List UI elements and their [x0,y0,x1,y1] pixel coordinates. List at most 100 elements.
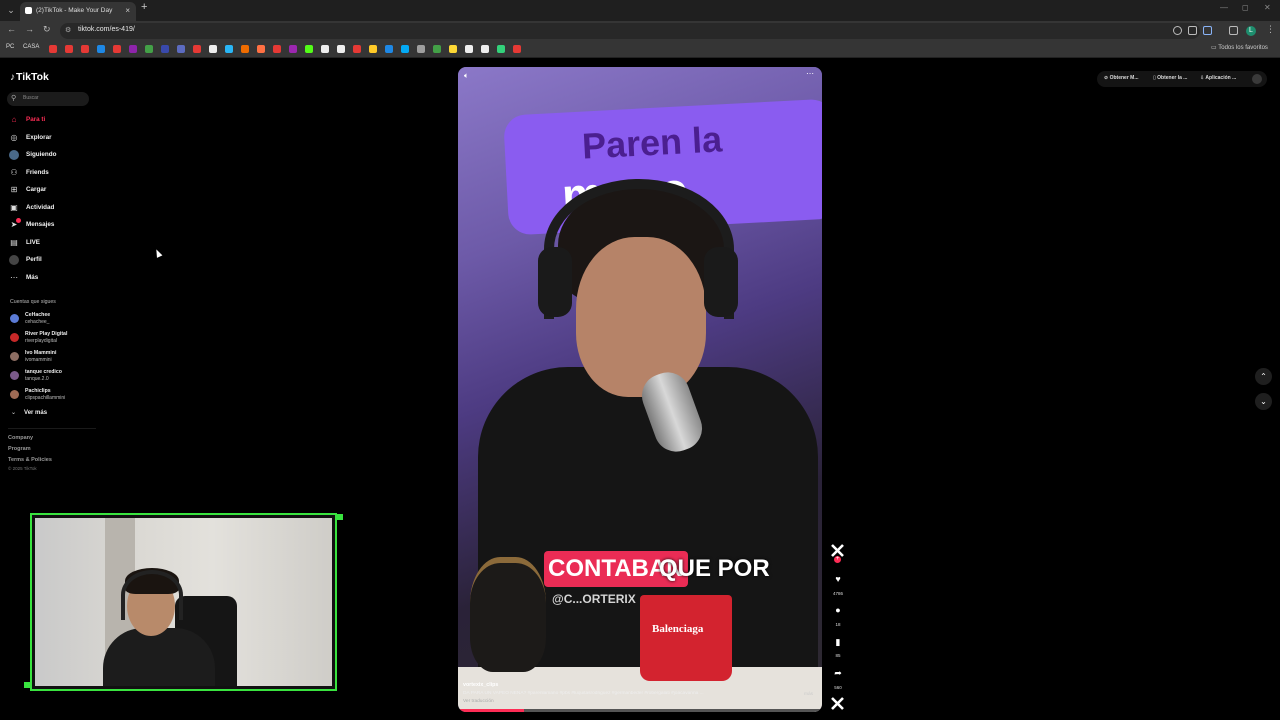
bookmark-favicon-icon[interactable] [225,45,233,53]
like-heart-icon[interactable]: ♥ [832,573,844,585]
video-player[interactable]: Paren la mano Balenciaga CONTABAN QUE PO… [458,67,822,712]
address-bar[interactable]: ⚙ tiktok.com/es-419/ [60,23,1200,39]
see-more-button[interactable]: ⌄ Ver más [11,409,47,416]
desktop-app-button[interactable]: ⇩ Aplicación ... [1200,75,1236,81]
bookmark-favicon-icon[interactable] [241,45,249,53]
bookmark-favicon-icon[interactable] [145,45,153,53]
back-arrow-icon[interactable]: ← [7,24,16,34]
bookmark-pc[interactable]: PC [6,44,14,50]
browser-profile-avatar[interactable]: L [1246,26,1256,36]
footer-company-link[interactable]: Company [8,435,33,441]
video-more-icon[interactable]: ⋯ [806,69,814,78]
following-account[interactable]: CeHachee cehachee_ [10,312,100,330]
bookmark-favicon-icon[interactable] [97,45,105,53]
bookmark-favicon-icon[interactable] [353,45,361,53]
share-icon[interactable]: ➦ [832,667,844,679]
sidebar-item-live[interactable]: ▤ LIVE [9,236,99,250]
next-video-button[interactable]: ⌄ [1255,393,1272,410]
bookmark-icon[interactable]: ▮ [832,636,844,648]
bookmark-favicon-icon[interactable] [65,45,73,53]
sidebar-item-cargar[interactable]: ⊞ Cargar [9,183,99,197]
following-account[interactable]: Ivo Mammini ivomammini [10,350,100,368]
music-disc-icon[interactable] [831,697,844,710]
user-avatar[interactable] [1252,74,1262,84]
bookmark-favicon-icon[interactable] [273,45,281,53]
bookmark-favicon-icon[interactable] [129,45,137,53]
tiktok-note-icon: ♪ [10,72,15,83]
footer-program-link[interactable]: Program [8,446,31,452]
following-account[interactable]: Pachiclips clipspachillammini [10,388,100,406]
browser-tab-bar: ⌄ (2)TikTok - Make Your Day × + — ◻ ✕ [0,0,1280,21]
bookmark-casa[interactable]: CASA [23,44,39,50]
volume-icon[interactable]: 🔈︎ [464,71,469,81]
zoom-icon[interactable] [1173,26,1182,35]
get-coins-button[interactable]: ⊘ Obtener M... [1104,75,1139,81]
video-progress-bar[interactable] [458,709,822,712]
description-more-link[interactable]: más [804,692,813,697]
video-author[interactable]: vortexix_clips [463,682,498,688]
maximize-button[interactable]: ◻ [1242,3,1249,12]
bookmark-favicon-icon[interactable] [49,45,57,53]
bookmark-favicon-icon[interactable] [337,45,345,53]
sidebar-item-explorar[interactable]: ◎ Explorar [9,131,99,145]
previous-video-button[interactable]: ⌃ [1255,368,1272,385]
sidebar-item-perfil[interactable]: ● Perfil [9,253,99,267]
bookmark-star-icon[interactable] [1203,26,1212,35]
tab-close-icon[interactable]: × [125,2,130,19]
bookmark-favicon-icon[interactable] [369,45,377,53]
bookmark-favicon-icon[interactable] [289,45,297,53]
sidebar-item-friends[interactable]: ⚇ Friends [9,166,99,180]
following-account[interactable]: tanque credico tanque.2.0 [10,369,100,387]
all-favorites-folder[interactable]: ▭ Todos los favoritos [1211,44,1268,51]
bookmark-favicon-icon[interactable] [81,45,89,53]
following-section-title: Cuentas que sigues [10,299,56,305]
bookmark-favicon-icon[interactable] [321,45,329,53]
bookmark-favicon-icon[interactable] [193,45,201,53]
bookmark-favicon-icon[interactable] [449,45,457,53]
sidebar-item-siguiendo[interactable]: ● Siguiendo [9,148,99,162]
bookmark-favicon-icon[interactable] [385,45,393,53]
video-caption: CONTABAN QUE POR [544,547,822,587]
minimize-button[interactable]: — [1220,3,1228,12]
search-input[interactable]: ⚲ Buscar [7,92,89,106]
sidebar-item-mensajes[interactable]: ➤ Mensajes [9,218,99,232]
account-avatar [10,390,19,399]
sidebar-item-label: Cargar [26,186,47,193]
sidebar-item-más[interactable]: ⋯ Más [9,271,99,285]
reload-icon[interactable]: ↻ [43,24,51,35]
bookmark-favicon-icon[interactable] [161,45,169,53]
comment-icon[interactable]: ● [832,604,844,616]
new-tab-button[interactable]: + [141,1,147,13]
footer-terms-link[interactable]: Terms & Policies [8,457,52,463]
bookmark-favicon-icon[interactable] [417,45,425,53]
bookmark-favicon-icon[interactable] [209,45,217,53]
bookmark-favicon-icon[interactable] [401,45,409,53]
sidebar-item-label: Mensajes [26,221,55,228]
following-account[interactable]: River Play Digital riverplaydigital [10,331,100,349]
follow-plus-button[interactable]: + [834,556,841,563]
forward-arrow-icon[interactable]: → [25,24,34,34]
bookmark-favicon-icon[interactable] [113,45,121,53]
sidebar-item-label: Explorar [26,134,52,141]
bookmark-favicon-icon[interactable] [465,45,473,53]
browser-tab[interactable]: (2)TikTok - Make Your Day × [20,2,136,21]
bookmark-favicon-icon[interactable] [257,45,265,53]
extensions-icon[interactable] [1229,26,1238,35]
bookmark-favicon-icon[interactable] [305,45,313,53]
tiktok-logo[interactable]: ♪TikTok [10,71,49,83]
sidebar-item-actividad[interactable]: ▣ Actividad [9,201,99,215]
bookmark-favicon-icon[interactable] [513,45,521,53]
webcam-overlay [30,513,337,691]
bookmark-favicon-icon[interactable] [433,45,441,53]
browser-menu-icon[interactable]: ⋮ [1266,24,1275,35]
bookmark-favicon-icon[interactable] [177,45,185,53]
close-window-button[interactable]: ✕ [1264,3,1271,12]
bookmark-favicon-icon[interactable] [481,45,489,53]
site-info-icon[interactable]: ⚙ [65,26,71,34]
bookmark-favicon-icon[interactable] [497,45,505,53]
tab-search-icon[interactable]: ⌄ [4,3,18,17]
see-translation-link[interactable]: Ver traducción [463,699,494,704]
cast-icon[interactable] [1188,26,1197,35]
get-app-button[interactable]: ▯ Obtener la ... [1153,75,1187,81]
sidebar-item-para-ti[interactable]: ⌂ Para ti [9,113,99,127]
